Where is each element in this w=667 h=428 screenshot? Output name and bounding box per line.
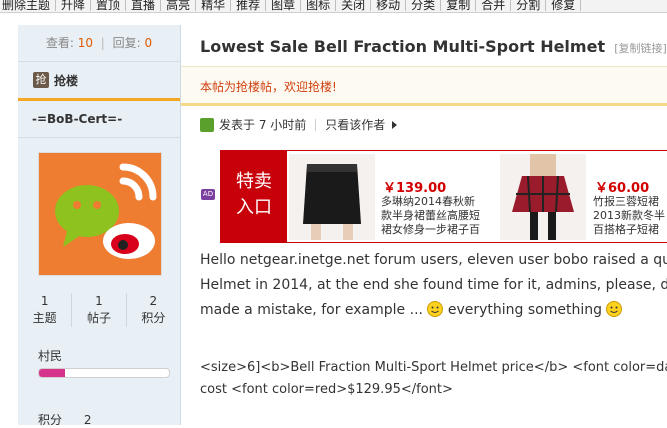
toolbar-item[interactable]: 推荐 xyxy=(231,0,267,11)
copy-link-button[interactable]: [复制链接] xyxy=(614,42,667,55)
qianglou-icon: 抢 xyxy=(33,72,49,88)
profile-stat-label: 主题 xyxy=(32,311,57,325)
toolbar-item[interactable]: 删除主题 xyxy=(0,0,57,11)
ad-desc-2[interactable]: 竹报三蓉短裙 2013新款冬半 百搭格子短裙 xyxy=(593,195,665,237)
level-progress-fill xyxy=(39,369,65,377)
toolbar-item[interactable]: 分类 xyxy=(406,0,442,11)
toolbar-item[interactable]: 升降 xyxy=(56,0,92,11)
toolbar-item[interactable]: 修复 xyxy=(546,0,582,11)
code-line-1: <size>6]<b>Bell Fraction Multi-Sport Hel… xyxy=(200,360,667,375)
post-raw-code: <size>6]<b>Bell Fraction Multi-Sport Hel… xyxy=(200,357,667,401)
profile-stat-value: 1 xyxy=(40,294,49,308)
toolbar-item[interactable]: 置顶 xyxy=(91,0,127,11)
ad-product-image-2[interactable] xyxy=(500,154,586,240)
toolbar-item[interactable]: 直播 xyxy=(126,0,162,11)
profile-stat-value: 1 xyxy=(95,294,103,308)
ad-banner[interactable]: 特卖 入口 ￥139.00 多琳纳2014春秋新 款半身裙蕾丝高腰短 裙女修身一… xyxy=(220,150,667,243)
qianglou-notice: 本帖为抢楼帖，欢迎抢楼! xyxy=(200,80,337,94)
thread-stats: 查看: 10 | 回复: 0 xyxy=(18,25,180,62)
ad-badge: AD xyxy=(201,189,215,200)
thread-title: Lowest Sale Bell Fraction Multi-Sport He… xyxy=(200,37,606,56)
replies-label: 回复: xyxy=(112,36,141,50)
profile-stat[interactable]: 2 积分 xyxy=(125,293,180,327)
toolbar-item[interactable]: 复制 xyxy=(441,0,477,11)
toolbar-item[interactable]: 图标 xyxy=(301,0,337,11)
toolbar-item[interactable]: 合并 xyxy=(476,0,512,11)
credits-row: 积分 2 xyxy=(38,411,91,428)
notice-bar: 本帖为抢楼帖，欢迎抢楼! xyxy=(181,66,667,106)
sale-banner-line2: 入口 xyxy=(236,197,272,218)
online-status-icon xyxy=(200,117,214,132)
toolbar-item[interactable]: 分割 xyxy=(511,0,547,11)
plaid-skirt-image xyxy=(500,154,586,240)
toolbar-item[interactable]: 精华 xyxy=(196,0,232,11)
author-username[interactable]: -=BoB-Cert=- xyxy=(18,101,180,138)
profile-stat-value: 2 xyxy=(149,294,158,308)
smiley-icon xyxy=(427,301,444,317)
profile-stat[interactable]: 1 主题 xyxy=(18,293,71,327)
post-line-1: Hello netgear.inetge.net forum users, el… xyxy=(200,252,667,268)
ad-price-2[interactable]: ￥60.00 xyxy=(595,177,649,196)
code-line-2: cost <font color=red>$129.95</font> xyxy=(200,382,453,397)
profile-stat-label: 帖子 xyxy=(86,311,111,325)
sale-entry-banner[interactable]: 特卖 入口 xyxy=(221,151,287,242)
sale-banner-line1: 特卖 xyxy=(236,171,272,192)
moderation-toolbar: 删除主题 升降 置顶 直播 高亮 精华 推荐 图章 图标 关闭 移动 分类 复制 合并 分割 修复 xyxy=(0,0,667,13)
post-meta: 发表于 7 小时前 只看该作者 xyxy=(200,116,398,133)
profile-stats: 1 主题 1 帖子 2 积分 xyxy=(18,293,180,327)
triangle-right-icon xyxy=(392,120,398,129)
post-time: 发表于 7 小时前 xyxy=(219,118,307,132)
profile-stat[interactable]: 1 帖子 xyxy=(71,293,125,327)
toolbar-item[interactable]: 关闭 xyxy=(336,0,372,11)
smiley-icon xyxy=(606,301,623,317)
toolbar-item[interactable]: 高亮 xyxy=(161,0,197,11)
credits-value: 2 xyxy=(83,413,92,427)
black-skirt-image xyxy=(289,154,375,240)
ad-product-image-1[interactable] xyxy=(289,154,375,240)
toolbar-item[interactable]: 图章 xyxy=(266,0,302,11)
post-line-3: made a mistake, for example ... everythi… xyxy=(200,298,667,323)
views-count: 10 xyxy=(77,36,93,50)
post-line-2: Helmet in 2014, at the end she found tim… xyxy=(200,277,667,293)
qianglou-header: 抢 抢楼 xyxy=(18,62,180,101)
views-label: 查看: xyxy=(45,36,74,50)
author-sidebar: 查看: 10 | 回复: 0 抢 抢楼 -=BoB-Cert=- 1 主题 1 帖子 2… xyxy=(18,25,181,428)
toolbar-item[interactable]: 移动 xyxy=(371,0,407,11)
post-body: Hello netgear.inetge.net forum users, el… xyxy=(200,248,667,323)
credits-label: 积分 xyxy=(38,413,63,427)
ad-desc-1[interactable]: 多琳纳2014春秋新 款半身裙蕾丝高腰短 裙女修身一步裙子百 xyxy=(381,195,480,237)
replies-count: 0 xyxy=(144,36,153,50)
post-main: Lowest Sale Bell Fraction Multi-Sport He… xyxy=(181,13,667,416)
thread-title-row: Lowest Sale Bell Fraction Multi-Sport He… xyxy=(200,37,667,56)
qianglou-label: 抢楼 xyxy=(54,73,79,88)
only-author-link[interactable]: 只看该作者 xyxy=(325,116,385,133)
profile-stat-label: 积分 xyxy=(141,311,166,325)
level-progress-bar xyxy=(38,368,170,378)
ad-price-1[interactable]: ￥139.00 xyxy=(383,177,446,196)
avatar[interactable] xyxy=(38,152,162,276)
wechat-weibo-logo-icon xyxy=(39,153,161,275)
user-rank: 村民 xyxy=(38,349,63,363)
